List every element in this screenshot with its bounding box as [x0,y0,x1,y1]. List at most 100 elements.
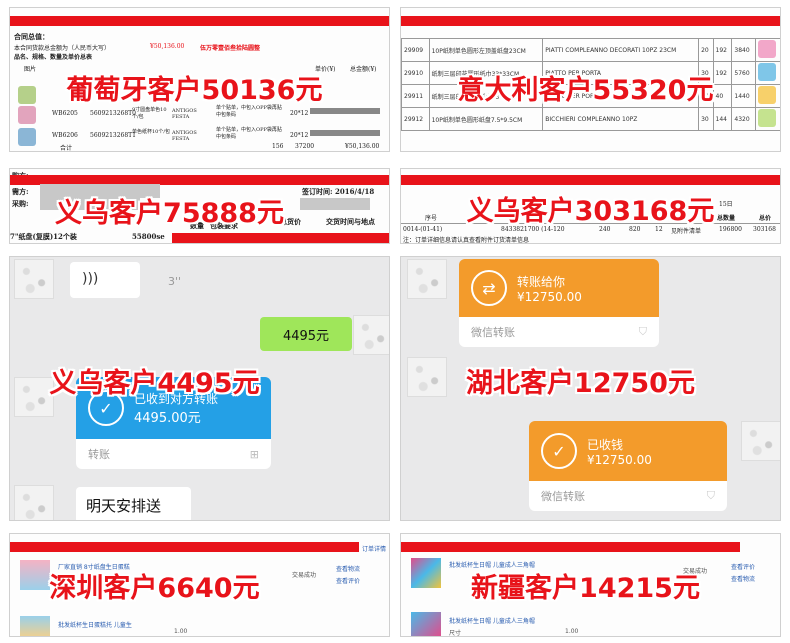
received-transfer-card[interactable]: ✓ 已收钱 ¥12750.00 微信转账 ⛉ [529,421,727,511]
red-bar [10,16,389,26]
table-cell-c: 4320 [731,107,756,131]
product-thumb [411,612,441,636]
product-thumb [757,40,776,58]
red-bar [172,233,389,243]
red-bar [10,542,359,552]
avatar [741,421,780,461]
tile-caption: 义乌客户303168元 [466,196,715,227]
next-message-bubble: 明天安排送 [76,487,191,520]
doc-red-note: 伍万零壹佰叁拾陆圆整 [200,45,261,52]
tile-italy-order: 29909 10P纸制单色圆形左顶盖纸盘23CM PIATTI COMPLEANNO… [400,7,781,152]
table-cell-thumb [754,38,780,62]
voice-bubble [70,262,140,298]
item-line: 7"纸盘(复膜)12个装 [10,232,77,241]
avatar [14,259,54,299]
tile-yiwu-contract: 购方: 需方: 签订时间: 2016/4/18 采购: 数量 总货价 交货时间与… [9,168,390,244]
tile-caption: 义乌客户75888元 [55,198,284,229]
red-bar [401,175,780,185]
next-message: 明天安排送 [86,497,162,515]
voice-icon: ))) [82,271,99,287]
tile-yiwu-wechat: ))) 3'' 4495元 ✓ 已收到对方转账 4495.00元 转账 ⊞ 明天… [9,256,390,521]
red-bar [401,16,780,26]
received-title: 已收钱 [587,437,624,452]
received-amount: 4495.00元 [134,411,201,426]
tile-caption: 葡萄牙客户50136元 [66,75,323,106]
table-row: 29909 10P纸制单色圆形左顶盖纸盘23CM PIATTI COMPLEANNO… [401,38,780,62]
sum-qty: 156 [272,143,284,150]
table-cell-a: 30 [698,107,714,131]
transfer-arrows-icon: ⇄ [471,270,507,306]
card-footer: 转账 [88,448,110,461]
tile-caption: 湖北客户12750元 [466,368,695,399]
card-footer: 微信转账 [471,326,515,339]
item-size: 尺寸 [449,630,462,637]
table-cell-thumb [754,107,780,131]
item-price: 1.00 [174,628,188,635]
transfer-card[interactable]: ⇄ 转账给你 ¥12750.00 微信转账 ⛉ [459,259,659,347]
tile-yiwu-order: 15日 序号 总数量 总价 0014-(01-41) 8433821700 (1… [400,168,781,244]
row-code: WB6205 [52,110,78,117]
transfer-title: 转账给你 [517,274,566,289]
doc-amount-label: 本合同货款总金额为（人民币大写） [14,45,111,52]
item-price: 1.00 [565,628,579,635]
table-cell-a: 20 [698,38,714,62]
check-icon: ✓ [541,433,577,469]
voice-duration: 3'' [168,275,182,288]
sent-amount-bubble: 4495元 [260,317,352,351]
row-qty: 20*12 [290,110,309,117]
store-name[interactable]: 批发纸杯生日蛋糕托 儿童生 [58,620,132,629]
avatar [407,259,447,299]
doc-amount: ¥50,136.00 [150,43,185,50]
row-qty: 20*12 [290,132,309,139]
table-cell-c: 3840 [731,38,756,62]
tile-xinjiang-orders: 批发纸杯生日帽 儿童成人三角帽 交易成功 查看评价 查看物流 批发纸杯生日帽 儿… [400,533,781,637]
table-cell-id: 29909 [401,38,430,62]
row-barcode: 5609213268T1 [90,132,136,139]
received-amount: ¥12750.00 [587,452,652,467]
red-bar [401,542,740,552]
table-cell-name: PIATTI COMPLEANNO DECORATI 10PZ 23CM [542,38,700,62]
table-cell-b: 144 [712,107,733,131]
product-thumb [18,106,36,124]
row-code: WB6206 [52,132,78,139]
row-barcode: 5609213268T0 [90,110,136,117]
transfer-amount: ¥12750.00 [517,289,582,304]
sum-pcs: 37200 [295,143,315,150]
row-desc: 9寸圆盘单色10个/包 [132,107,167,120]
sum-label: 合计 [60,145,73,152]
tile-caption: 深圳客户6640元 [49,573,260,604]
product-thumb [18,128,36,146]
product-thumb [757,109,776,127]
store-name[interactable]: 批发纸杯生日帽 儿童成人三角帽 [449,616,535,625]
tile-hubei-wechat: ⇄ 转账给你 ¥12750.00 微信转账 ⛉ 5'' ✓ 已收钱 ¥12750… [400,256,781,521]
tile-caption: 意大利客户55320元 [457,75,714,106]
tile-shenzhen-orders: 订单详情 厂家直销 8寸纸盘生日蛋糕 交易成功 查看物流 查看评价 批发纸杯生日… [9,533,390,637]
table-cell-name: BICCHIERI COMPLEANNO 10PZ [542,107,700,131]
order-detail-link[interactable]: 订单详情 [362,544,386,553]
table-cell-id: 29912 [401,107,430,131]
avatar [14,485,54,520]
tile-portugal-contract: 合同总值： 本合同货款总金额为（人民币大写） ¥50,136.00 伍万零壹佰叁… [9,7,390,152]
table-row: 29912 10P纸制单色圆形纸盘7.5*9.5CM BICCHIERI COMPL… [401,107,780,131]
doc-header: 合同总值： [14,32,49,41]
table-cell-desc: 10P纸制单色圆形纸盘7.5*9.5CM [428,107,544,131]
table-cell-b: 192 [712,38,733,62]
doc-row-title: 品名、规格、数量及单价总表 [14,54,93,61]
table-cell-desc: 10P纸制单色圆形左顶盖纸盘23CM [428,38,544,62]
item-amount: 55800se [132,232,165,241]
row-pack: 单个贴单，中包入OPP袋再贴中包条码 [216,127,282,140]
card-footer: 微信转账 [541,490,585,503]
doc-note: 注：订单详细信息请认真查看附件订货清单信息 [403,237,530,244]
avatar [353,315,389,355]
wechat-pay-icon: ⊞ [249,447,259,461]
row-name: ANTIGOS FESTA [172,130,197,142]
tile-caption: 新疆客户14215元 [471,573,700,604]
product-thumb [20,616,50,636]
row-desc: 单色纸杯10个/包 [132,129,171,135]
sum-amount: ¥50,136.00 [345,143,380,150]
redacted-bar [310,108,380,114]
shield-icon: ⛉ [706,489,715,502]
row-name: ANTIGOS FESTA [172,108,197,120]
redacted-bar [310,130,380,136]
tile-caption: 义乌客户4495元 [49,368,260,399]
